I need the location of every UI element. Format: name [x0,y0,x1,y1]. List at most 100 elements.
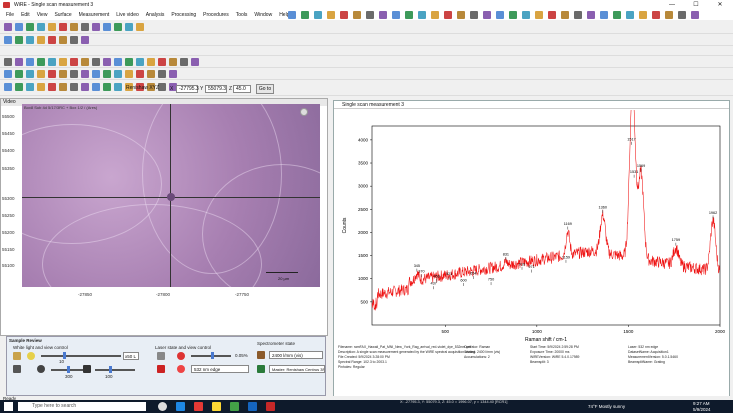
toolbar-icon[interactable] [81,70,89,78]
toolbar-icon[interactable] [114,70,122,78]
toolbar-icon[interactable] [37,83,45,91]
task-view-icon[interactable] [158,402,167,411]
toolbar-icon[interactable] [288,11,296,19]
toolbar-icon[interactable] [431,11,439,19]
toolbar-icon[interactable] [652,11,660,19]
toolbar-icon[interactable] [15,83,23,91]
gain-slider[interactable] [95,366,135,373]
laser-shutter-icon[interactable] [157,352,165,360]
camera-icon[interactable] [13,365,21,373]
wire-taskbar-icon[interactable] [266,402,275,411]
objective-select[interactable]: x50 L [123,352,139,360]
toolbar-icon[interactable] [92,58,100,66]
toolbar-icon[interactable] [26,36,34,44]
toolbar-icon[interactable] [48,70,56,78]
explorer-icon[interactable] [212,402,221,411]
office-icon[interactable] [194,402,203,411]
toolbar-icon[interactable] [15,70,23,78]
toolbar-icon[interactable] [26,58,34,66]
toolbar-icon[interactable] [147,58,155,66]
toolbar-icon[interactable] [15,36,23,44]
toolbar-icon[interactable] [147,70,155,78]
close-button[interactable]: ✕ [708,0,732,10]
toolbar-icon[interactable] [37,58,45,66]
toolbar-icon[interactable] [70,70,78,78]
laser-power-slider[interactable] [191,352,231,359]
bulb-icon[interactable] [27,352,35,360]
toolbar-icon[interactable] [37,23,45,31]
toolbar-icon[interactable] [15,23,23,31]
toolbar-icon[interactable] [92,23,100,31]
toolbar-icon[interactable] [574,11,582,19]
toolbar-icon[interactable] [314,11,322,19]
laser-select[interactable]: 532 nm edge [191,365,249,373]
laser-bowtie-icon[interactable] [157,365,165,373]
toolbar-icon[interactable] [169,58,177,66]
menu-view[interactable]: View [37,12,48,18]
toolbar-icon[interactable] [37,36,45,44]
toolbar-icon[interactable] [59,36,67,44]
toolbar-icon[interactable] [366,11,374,19]
lamp-icon[interactable] [13,352,21,360]
toolbar-icon[interactable] [496,11,504,19]
menu-edit[interactable]: Edit [21,12,30,18]
menu-procedures[interactable]: Procedures [203,12,229,18]
chrome-icon[interactable] [230,402,239,411]
aperture-icon[interactable] [37,365,45,373]
laser-star-icon[interactable] [177,365,185,373]
menu-tools[interactable]: Tools [236,12,248,18]
toolbar-icon[interactable] [136,58,144,66]
toolbar-icon[interactable] [103,70,111,78]
toolbar-icon[interactable] [405,11,413,19]
toolbar-icon[interactable] [70,36,78,44]
toolbar-icon[interactable] [470,11,478,19]
toolbar-icon[interactable] [48,36,56,44]
maximize-button[interactable]: ☐ [684,0,708,10]
toolbar-icon[interactable] [169,70,177,78]
toolbar-icon[interactable] [340,11,348,19]
toolbar-icon[interactable] [81,36,89,44]
toolbar-icon[interactable] [26,83,34,91]
toolbar-icon[interactable] [48,23,56,31]
x-coord-input[interactable]: -27795.3 [176,85,199,93]
toolbar-icon[interactable] [392,11,400,19]
toolbar-icon[interactable] [353,11,361,19]
toolbar-icon[interactable] [15,58,23,66]
brightness-slider[interactable] [41,352,121,359]
toolbar-icon[interactable] [379,11,387,19]
toolbar-icon[interactable] [70,23,78,31]
toolbar-icon[interactable] [158,70,166,78]
contrast-icon[interactable] [83,365,91,373]
toolbar-icon[interactable] [613,11,621,19]
toolbar-icon[interactable] [59,58,67,66]
video-zoom-icon[interactable] [300,108,308,116]
menu-surface[interactable]: Surface [54,12,71,18]
toolbar-icon[interactable] [125,23,133,31]
toolbar-icon[interactable] [158,58,166,66]
toolbar-icon[interactable] [548,11,556,19]
toolbar-icon[interactable] [483,11,491,19]
toolbar-icon[interactable] [561,11,569,19]
toolbar-icon[interactable] [509,11,517,19]
toolbar-icon[interactable] [678,11,686,19]
toolbar-icon[interactable] [522,11,530,19]
spectrometer-select[interactable]: Master: Renishaw Centrus 3FS [269,365,325,373]
menu-measurement[interactable]: Measurement [79,12,110,18]
toolbar-icon[interactable] [70,83,78,91]
menu-window[interactable]: Window [254,12,272,18]
toolbar-icon[interactable] [37,70,45,78]
toolbar-icon[interactable] [418,11,426,19]
toolbar-icon[interactable] [92,83,100,91]
toolbar-icon[interactable] [59,83,67,91]
menu-processing[interactable]: Processing [171,12,196,18]
menu-live-video[interactable]: Live video [116,12,139,18]
grating-select[interactable]: 2400 l/mm (vis) [269,351,323,359]
toolbar-icon[interactable] [457,11,465,19]
video-image[interactable]: Box8 Sub 4d 5/17/3RC + Box 1/2 / (Ares) … [22,104,320,287]
y-coord-input[interactable]: 55079.3 [205,85,227,93]
toolbar-icon[interactable] [70,58,78,66]
toolbar-icon[interactable] [103,23,111,31]
toolbar-icon[interactable] [301,11,309,19]
toolbar-icon[interactable] [125,58,133,66]
windows-start-icon[interactable] [4,402,13,411]
